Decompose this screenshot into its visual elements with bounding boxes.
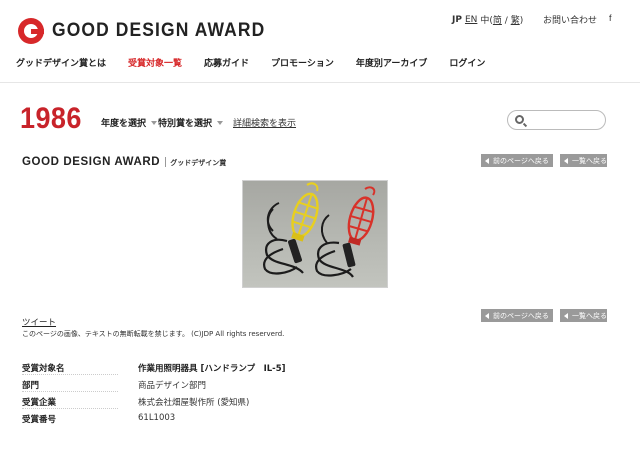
info-row-category: 部門 商品デザイン部門 xyxy=(22,379,290,391)
back-to-list-label: 一覧へ戻る xyxy=(572,311,607,320)
search-icon[interactable] xyxy=(515,115,524,124)
special-award-select[interactable]: 特別賞を選択 xyxy=(158,116,224,129)
nav-item-login[interactable]: ログイン xyxy=(449,56,485,69)
facebook-icon[interactable]: f xyxy=(609,13,612,23)
tweet-link[interactable]: ツイート xyxy=(22,316,56,328)
info-value: 商品デザイン部門 xyxy=(138,381,207,391)
back-to-list-button-bottom[interactable]: 一覧へ戻る xyxy=(560,309,607,322)
prev-page-label: 前のページへ戻る xyxy=(493,156,549,165)
back-to-list-label: 一覧へ戻る xyxy=(572,156,607,165)
advanced-search-link[interactable]: 詳細検索を表示 xyxy=(233,116,296,129)
year-select[interactable]: 年度を選択 xyxy=(101,116,158,129)
prev-page-button-bottom[interactable]: 前のページへ戻る xyxy=(481,309,553,322)
product-photo xyxy=(242,180,388,288)
nav-divider xyxy=(0,82,640,83)
info-row-title: 受賞対象名 作業用照明器具 [ハンドランプ IL-5] xyxy=(22,362,290,374)
chevron-down-icon xyxy=(217,120,224,125)
nav-item-promotion[interactable]: プロモーション xyxy=(271,56,334,69)
year-select-label: 年度を選択 xyxy=(101,119,147,129)
lang-en[interactable]: EN xyxy=(465,15,477,25)
nav-item-winners[interactable]: 受賞対象一覧 xyxy=(128,56,182,69)
nav-item-guide[interactable]: 応募ガイド xyxy=(204,56,249,69)
logo-text: GOOD DESIGN AWARD xyxy=(52,20,266,41)
section-title-main: GOOD DESIGN AWARD xyxy=(22,156,161,168)
nav-item-archive[interactable]: 年度別アーカイブ xyxy=(356,56,427,69)
copyright-notice: このページの画像、テキストの無断転載を禁じます。 (C)JDP All righ… xyxy=(22,330,285,338)
arrow-left-icon xyxy=(485,312,489,319)
chevron-down-icon xyxy=(151,120,158,125)
prev-page-label: 前のページへ戻る xyxy=(493,311,549,320)
info-value: 株式会社畑屋製作所 (愛知県) xyxy=(138,398,250,408)
back-to-list-button[interactable]: 一覧へ戻る xyxy=(560,154,607,167)
row-separator xyxy=(22,391,118,392)
lang-zh-simplified[interactable]: 简 xyxy=(493,16,502,26)
info-key: 受賞番号 xyxy=(22,415,57,425)
language-switcher: JP EN 中(简 / 繁) xyxy=(452,13,524,27)
g-mark-icon xyxy=(18,18,44,44)
info-key: 受賞対象名 xyxy=(22,364,65,374)
nav-item-about[interactable]: グッドデザイン賞とは xyxy=(16,56,106,69)
section-title-sub: グッドデザイン賞 xyxy=(170,159,227,167)
section-title: GOOD DESIGN AWARD グッドデザイン賞 xyxy=(22,156,226,168)
row-separator xyxy=(22,374,118,375)
lang-jp[interactable]: JP xyxy=(452,15,462,25)
arrow-left-icon xyxy=(564,157,568,164)
site-logo[interactable]: GOOD DESIGN AWARD xyxy=(18,18,284,44)
info-key: 部門 xyxy=(22,381,40,391)
info-row-number: 受賞番号 61L1003 xyxy=(22,413,290,425)
year-heading: 1986 xyxy=(20,102,82,135)
arrow-left-icon xyxy=(564,312,568,319)
main-nav: グッドデザイン賞とは 受賞対象一覧 応募ガイド プロモーション 年度別アーカイブ… xyxy=(16,56,507,69)
info-row-company: 受賞企業 株式会社畑屋製作所 (愛知県) xyxy=(22,396,290,408)
hand-lamps-illustration xyxy=(263,182,376,278)
info-key: 受賞企業 xyxy=(22,398,57,408)
search-input[interactable] xyxy=(507,110,606,130)
arrow-left-icon xyxy=(485,157,489,164)
prev-page-button[interactable]: 前のページへ戻る xyxy=(481,154,553,167)
contact-link[interactable]: お問い合わせ xyxy=(543,13,597,26)
lang-zh-traditional[interactable]: 繁 xyxy=(511,16,520,26)
lang-zh-label: 中(简 / 繁) xyxy=(480,16,524,26)
row-separator xyxy=(22,408,118,409)
info-value: 61L1003 xyxy=(138,413,176,423)
info-value: 作業用照明器具 [ハンドランプ IL-5] xyxy=(138,364,286,374)
title-divider xyxy=(165,157,167,167)
special-select-label: 特別賞を選択 xyxy=(158,119,213,129)
